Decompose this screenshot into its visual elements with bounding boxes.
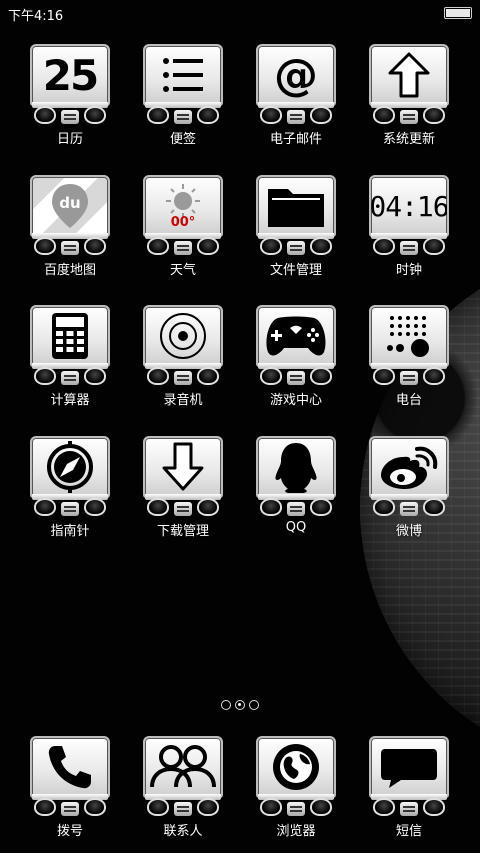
at-sign: @ [274,49,318,101]
compass-icon [30,436,110,498]
app-calendar[interactable]: 25 日历 [20,42,120,162]
dock-browser[interactable]: 浏览器 [246,734,346,853]
app-label: 百度地图 [43,263,96,278]
app-recorder[interactable]: 录音机 [133,303,233,423]
app-qq[interactable]: QQ [246,434,346,554]
app-email[interactable]: @ 电子邮件 [246,42,346,162]
page-indicator[interactable] [0,700,480,710]
temperature: 00° [170,214,196,230]
calculator-icon [30,305,110,367]
app-notes[interactable]: 便签 [133,42,233,162]
app-label: 电台 [395,393,422,408]
map-icon: du [30,175,110,237]
app-game-center[interactable]: 游戏中心 [246,303,346,423]
app-label: 浏览器 [276,824,316,839]
app-label: 日历 [56,132,83,147]
app-label: 录音机 [163,393,203,408]
app-weather[interactable]: 00° 天气 [133,173,233,293]
battery-icon [444,7,472,19]
app-clock[interactable]: 04:16 时钟 [359,173,459,293]
message-icon [369,736,449,798]
contacts-icon [143,736,223,798]
app-calculator[interactable]: 计算器 [20,303,120,423]
phone-icon [30,736,110,798]
app-label: QQ [285,520,307,535]
app-label: 拨号 [56,824,83,839]
status-bar: 下午4:16 [0,0,480,26]
app-label: 天气 [169,263,196,278]
calendar-date: 25 [42,50,99,100]
download-icon [143,436,223,498]
gamepad-icon [256,305,336,367]
app-label: 系统更新 [382,132,435,147]
app-label: 便签 [169,132,196,147]
app-file-manager[interactable]: 文件管理 [246,173,346,293]
page-dot[interactable] [249,700,259,710]
notes-icon [143,44,223,106]
radio-icon [369,305,449,367]
qq-penguin-icon [256,436,336,498]
weibo-icon [369,436,449,498]
app-system-update[interactable]: 系统更新 [359,42,459,162]
app-label: 微博 [395,524,422,539]
update-icon [369,44,449,106]
app-label: 短信 [395,824,422,839]
app-radio[interactable]: 电台 [359,303,459,423]
app-compass[interactable]: 指南针 [20,434,120,554]
dock-dialer[interactable]: 拨号 [20,734,120,853]
app-weibo[interactable]: 微博 [359,434,459,554]
page-dot-active[interactable] [235,700,245,710]
app-baidu-map[interactable]: du 百度地图 [20,173,120,293]
clock-time: 04:16 [369,189,449,223]
clock-icon: 04:16 [369,175,449,237]
page-dot[interactable] [221,700,231,710]
app-label: 时钟 [395,263,422,278]
app-label: 计算器 [50,393,90,408]
dock-contacts[interactable]: 联系人 [133,734,233,853]
browser-globe-icon [256,736,336,798]
weather-icon: 00° [143,175,223,237]
sun-icon [166,183,200,218]
svg-text:du: du [59,194,80,212]
app-download-manager[interactable]: 下载管理 [133,434,233,554]
calendar-icon: 25 [30,44,110,106]
app-label: 指南针 [50,524,90,539]
dock-messages[interactable]: 短信 [359,734,459,853]
folder-icon [256,175,336,237]
app-label: 游戏中心 [269,393,322,408]
recorder-icon [143,305,223,367]
status-time: 下午4:16 [8,9,64,24]
app-label: 下载管理 [156,524,209,539]
app-label: 电子邮件 [269,132,322,147]
email-icon: @ [256,44,336,106]
app-label: 联系人 [163,824,203,839]
app-label: 文件管理 [269,263,322,278]
